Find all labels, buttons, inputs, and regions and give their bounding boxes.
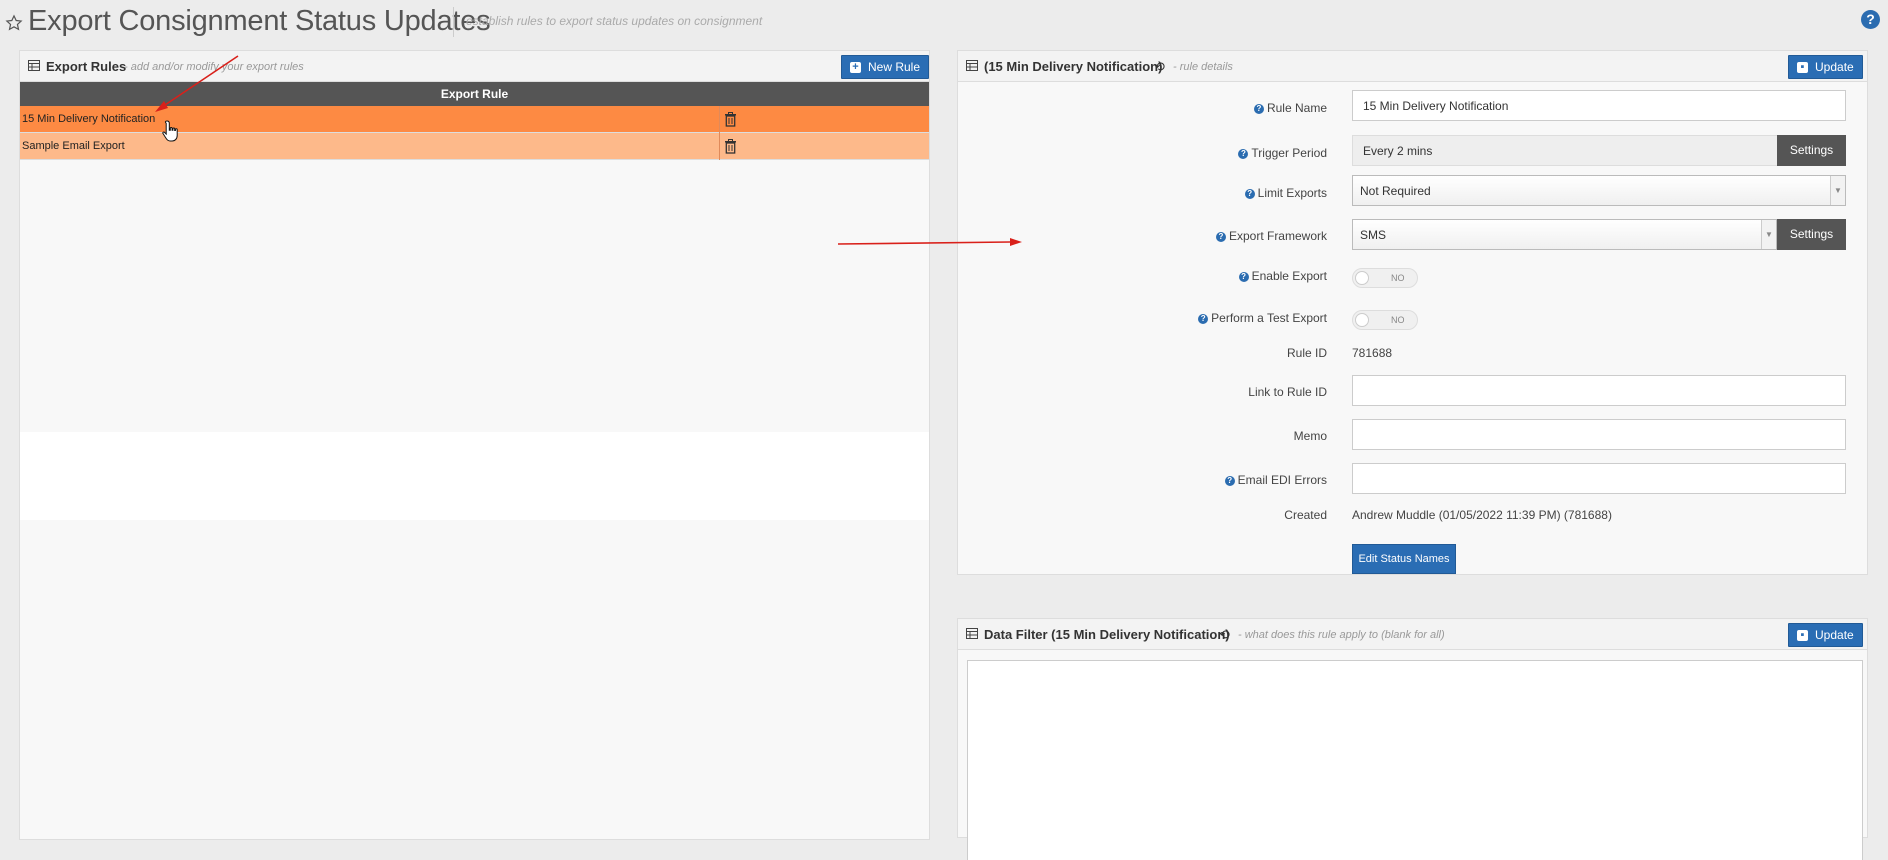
table-header-export-rule: Export Rule — [20, 82, 929, 106]
table-icon — [966, 60, 978, 71]
save-icon: ▪ — [1797, 630, 1808, 641]
help-icon[interactable]: ? — [1861, 10, 1880, 29]
table-icon — [28, 60, 40, 71]
history-icon[interactable]: ⟲ — [1154, 59, 1165, 75]
new-rule-button[interactable]: + New Rule — [841, 55, 930, 79]
table-row[interactable]: Sample Email Export — [20, 133, 929, 160]
export-rules-table: Export Rule 15 Min Delivery Notification… — [20, 82, 929, 160]
help-icon[interactable]: ? — [1238, 149, 1249, 159]
export-rules-subtitle: - add and/or modify your export rules — [124, 61, 304, 73]
trigger-settings-button[interactable]: Settings — [1777, 135, 1846, 166]
memo-label: Memo — [1293, 429, 1327, 443]
save-icon: ▪ — [1797, 62, 1808, 73]
help-icon[interactable]: ? — [1198, 314, 1209, 324]
rule-name-label-text: Rule Name — [1266, 101, 1327, 115]
email-edi-label-text: Email EDI Errors — [1237, 473, 1327, 487]
rule-name-cell[interactable]: Sample Email Export — [22, 140, 125, 152]
export-framework-label-text: Export Framework — [1228, 229, 1327, 243]
update-button[interactable]: ▪ Update — [1788, 55, 1863, 79]
help-icon[interactable]: ? — [1244, 189, 1255, 199]
framework-settings-button[interactable]: Settings — [1777, 219, 1846, 250]
data-filter-title: Data Filter (15 Min Delivery Notificatio… — [984, 627, 1230, 642]
filter-update-button[interactable]: ▪ Update — [1788, 623, 1863, 647]
data-filter-subtitle: - what does this rule apply to (blank fo… — [1238, 629, 1445, 641]
trigger-period-label: ? Trigger Period — [1238, 146, 1327, 160]
data-filter-panel: Data Filter (15 Min Delivery Notificatio… — [957, 618, 1868, 860]
trigger-period-field: Every 2 mins — [1352, 135, 1780, 166]
limit-exports-label-text: Limit Exports — [1257, 186, 1327, 200]
page-subtitle: establish rules to export status updates… — [466, 14, 763, 28]
empty-table-area — [20, 432, 929, 520]
rule-details-panel: (15 Min Delivery Notification) ⟲ - rule … — [957, 50, 1868, 575]
test-export-toggle[interactable]: NO — [1352, 310, 1418, 330]
export-framework-select[interactable]: SMS ▼ — [1352, 219, 1777, 250]
filter-update-label: Update — [1815, 628, 1854, 642]
export-rules-panel-header: Export Rules - add and/or modify your ex… — [20, 51, 930, 82]
toggle-knob — [1355, 271, 1369, 285]
rule-details-panel-header: (15 Min Delivery Notification) ⟲ - rule … — [958, 51, 1867, 82]
help-icon[interactable]: ? — [1224, 476, 1235, 486]
limit-exports-label: ? Limit Exports — [1244, 186, 1327, 200]
test-export-label-text: Perform a Test Export — [1211, 311, 1327, 325]
toggle-state: NO — [1391, 315, 1405, 325]
enable-export-label-text: Enable Export — [1251, 269, 1327, 283]
table-icon — [966, 628, 978, 639]
title-divider — [453, 7, 454, 37]
export-rules-panel: Export Rules - add and/or modify your ex… — [19, 50, 930, 840]
link-rule-label: Link to Rule ID — [1248, 385, 1327, 399]
table-row[interactable]: 15 Min Delivery Notification — [20, 106, 929, 133]
help-icon[interactable]: ? — [1238, 272, 1249, 282]
created-value: Andrew Muddle (01/05/2022 11:39 PM) (781… — [1352, 508, 1612, 522]
star-icon[interactable] — [5, 14, 23, 32]
rule-name-input[interactable]: 15 Min Delivery Notification — [1352, 90, 1846, 121]
enable-export-label: ? Enable Export — [1238, 269, 1327, 283]
chevron-down-icon: ▼ — [1830, 176, 1845, 205]
link-rule-input[interactable] — [1352, 375, 1846, 406]
update-label: Update — [1815, 60, 1854, 74]
email-edi-label: ? Email EDI Errors — [1224, 473, 1327, 487]
toggle-state: NO — [1391, 273, 1405, 283]
email-edi-input[interactable] — [1352, 463, 1846, 494]
rule-id-label: Rule ID — [1286, 346, 1327, 360]
created-label: Created — [1284, 508, 1327, 522]
cell-divider — [719, 133, 720, 160]
help-icon[interactable]: ? — [1253, 104, 1264, 114]
page-header: Export Consignment Status Updates establ… — [0, 0, 1888, 42]
rule-name-label: ? Rule Name — [1253, 101, 1327, 115]
data-filter-panel-header: Data Filter (15 Min Delivery Notificatio… — [958, 619, 1867, 650]
export-rules-title: Export Rules — [46, 59, 127, 74]
edit-status-names-button[interactable]: Edit Status Names — [1352, 544, 1456, 574]
page-title: Export Consignment Status Updates — [28, 5, 491, 37]
limit-exports-value: Not Required — [1360, 184, 1431, 198]
help-icon[interactable]: ? — [1215, 232, 1226, 242]
trash-icon[interactable] — [724, 139, 737, 154]
cell-divider — [719, 106, 720, 133]
data-filter-editor[interactable] — [967, 660, 1863, 860]
trigger-period-label-text: Trigger Period — [1251, 146, 1327, 160]
memo-input[interactable] — [1352, 419, 1846, 450]
plus-icon: + — [850, 62, 861, 73]
export-framework-value: SMS — [1360, 228, 1387, 242]
rule-details-subtitle: - rule details — [1173, 61, 1233, 73]
history-icon[interactable]: ⟲ — [1219, 627, 1230, 643]
limit-exports-select[interactable]: Not Required ▼ — [1352, 175, 1846, 206]
chevron-down-icon: ▼ — [1761, 220, 1776, 249]
rule-details-title: (15 Min Delivery Notification) — [984, 59, 1163, 74]
rule-id-value: 781688 — [1352, 346, 1393, 360]
toggle-knob — [1355, 313, 1369, 327]
export-framework-label: ? Export Framework — [1215, 229, 1327, 243]
enable-export-toggle[interactable]: NO — [1352, 268, 1418, 288]
new-rule-label: New Rule — [868, 60, 921, 74]
test-export-label: ? Perform a Test Export — [1198, 311, 1327, 325]
trash-icon[interactable] — [724, 112, 737, 127]
rule-name-cell[interactable]: 15 Min Delivery Notification — [22, 113, 155, 125]
